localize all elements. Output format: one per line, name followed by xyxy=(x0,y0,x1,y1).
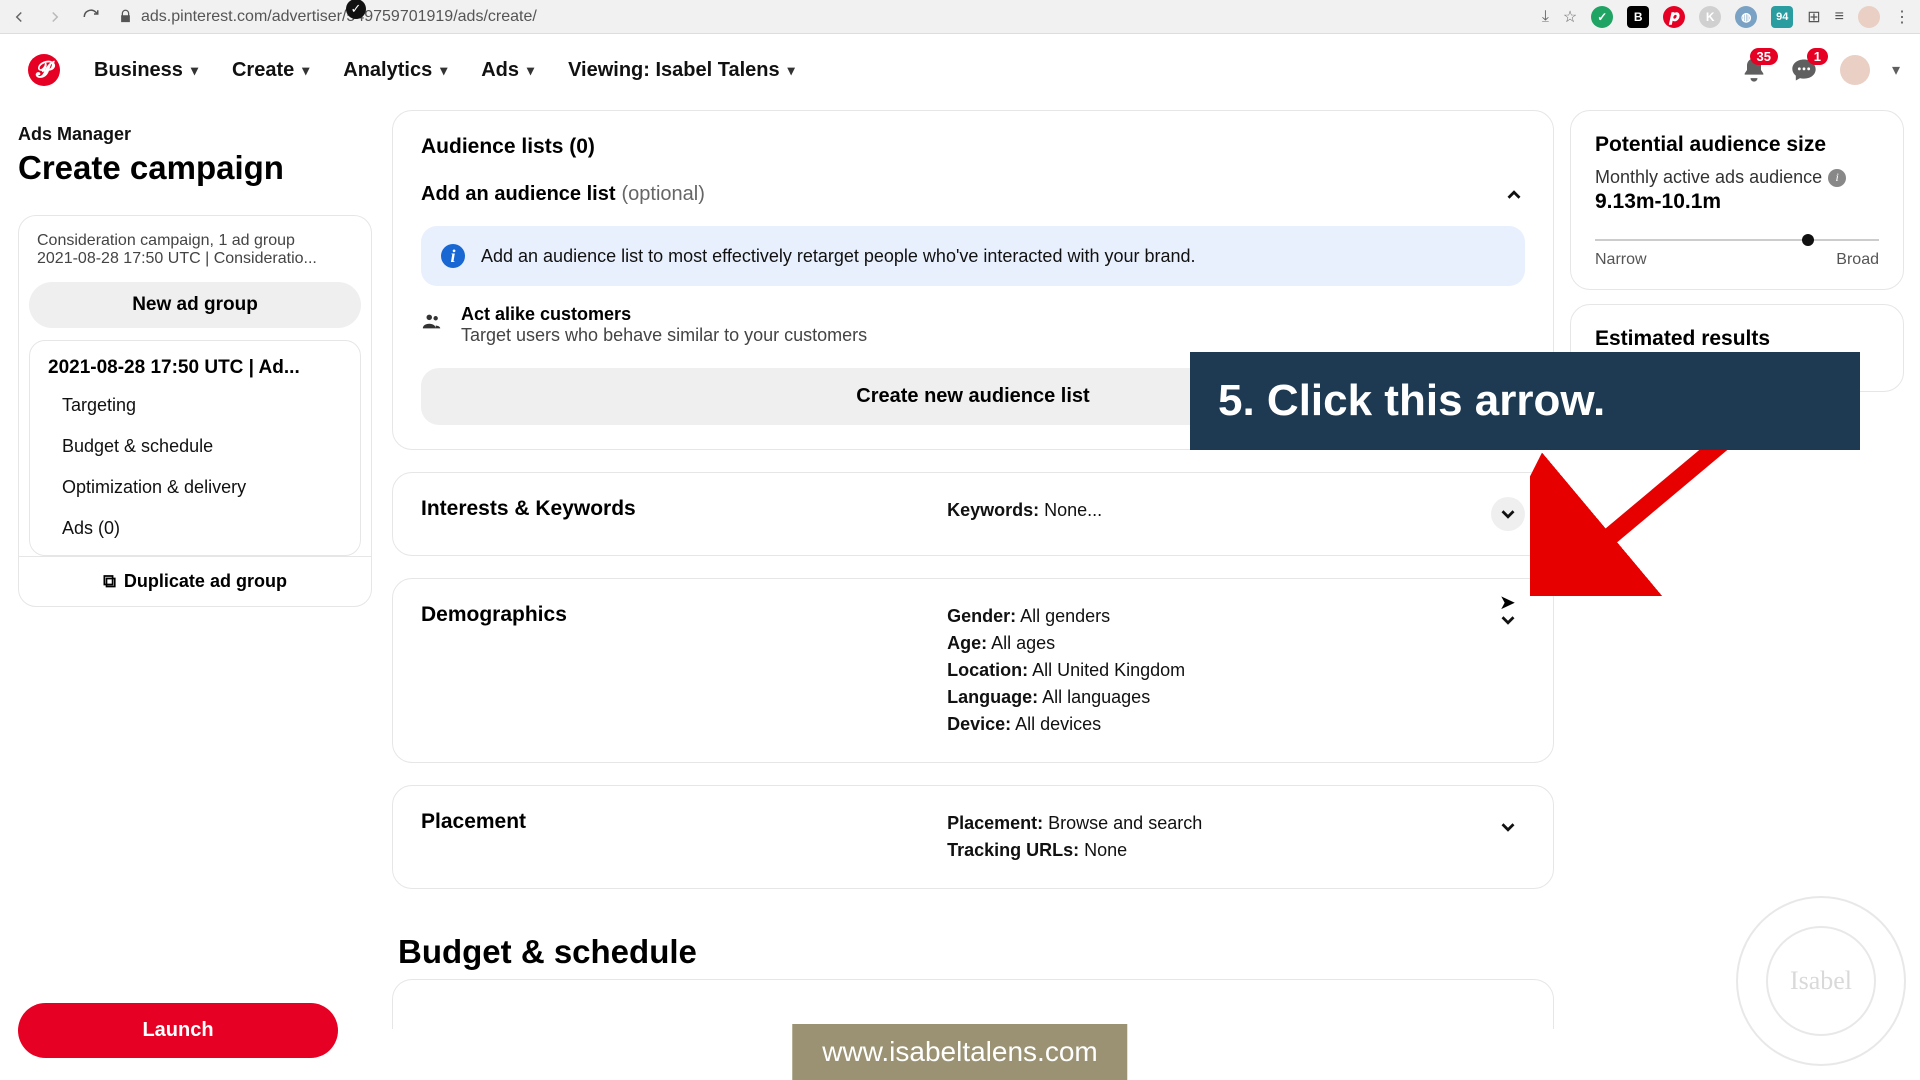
option-desc: Target users who behave similar to your … xyxy=(461,325,867,346)
card-title: Placement xyxy=(421,810,526,834)
chevron-up-icon[interactable] xyxy=(1503,184,1525,206)
optional-label: (optional) xyxy=(621,183,704,206)
audience-slider xyxy=(1595,239,1879,241)
sidebar-item-ads[interactable]: Ads (0) xyxy=(44,508,346,549)
audience-size-value: 9.13m-10.1m xyxy=(1595,190,1879,214)
page-title: Create campaign xyxy=(18,149,372,187)
info-icon[interactable]: i xyxy=(1828,169,1846,187)
ext-icon[interactable]: B xyxy=(1627,6,1649,28)
nav-business[interactable]: Business▾ xyxy=(94,59,198,82)
pinterest-logo[interactable]: 𝓟 xyxy=(28,54,60,86)
ad-group-card: 2021-08-28 17:50 UTC | Ad... Targeting B… xyxy=(29,340,361,556)
lock-icon xyxy=(118,9,133,24)
mouse-cursor-icon: ➤ xyxy=(1499,590,1516,615)
annotation-callout: 5. Click this arrow. xyxy=(1190,352,1860,450)
duplicate-ad-group-button[interactable]: ⧉ Duplicate ad group xyxy=(19,556,371,606)
potential-audience-card: Potential audience size Monthly active a… xyxy=(1570,110,1904,290)
card-title: Interests & Keywords xyxy=(421,497,636,521)
notifications-button[interactable]: 35 xyxy=(1740,56,1768,84)
ext-icon[interactable]: 94 xyxy=(1771,6,1793,28)
card-summary: Gender: All genders Age: All ages Locati… xyxy=(947,603,1477,738)
forward-icon[interactable] xyxy=(46,8,64,26)
launch-button[interactable]: Launch xyxy=(18,1003,338,1058)
main-nav: 𝓟 Business▾ Create▾ Analytics▾ Ads▾ View… xyxy=(0,34,1920,106)
card-title: Audience lists (0) xyxy=(421,135,595,159)
budget-card xyxy=(392,979,1554,1029)
sidebar-subtitle: Ads Manager xyxy=(18,124,372,145)
chevron-down-icon: ▾ xyxy=(527,62,534,79)
new-ad-group-button[interactable]: New ad group xyxy=(29,282,361,328)
annotation-arrow xyxy=(1530,426,1740,596)
people-icon xyxy=(421,310,443,332)
sidebar-item-budget[interactable]: Budget & schedule xyxy=(44,426,346,467)
card-summary: Placement: Browse and search Tracking UR… xyxy=(947,810,1477,864)
info-text: Add an audience list to most effectively… xyxy=(481,246,1196,267)
nav-analytics[interactable]: Analytics▾ xyxy=(343,59,447,82)
info-icon: i xyxy=(441,244,465,268)
sidebar: Ads Manager Create campaign Consideratio… xyxy=(0,106,390,1080)
ext-icon[interactable]: ✓ xyxy=(1591,6,1613,28)
chevron-down-icon[interactable]: ▾ xyxy=(1892,60,1900,80)
ad-group-title[interactable]: 2021-08-28 17:50 UTC | Ad... xyxy=(44,353,346,385)
card-title: Demographics xyxy=(421,603,567,627)
campaign-meta: 2021-08-28 17:50 UTC | Consideratio... xyxy=(37,250,353,268)
back-icon[interactable] xyxy=(10,8,28,26)
subsection-title: Add an audience list xyxy=(421,183,615,206)
demographics-card: ✓ Demographics Gender: All genders Age: … xyxy=(392,578,1554,763)
check-icon: ✓ xyxy=(346,0,366,19)
menu-icon[interactable]: ⋮ xyxy=(1894,7,1910,27)
ext-icon[interactable]: 𝒑 xyxy=(1663,6,1685,28)
card-title: Estimated results xyxy=(1595,327,1879,351)
watermark-url: www.isabeltalens.com xyxy=(792,1024,1127,1080)
card-summary: Keywords: None... xyxy=(947,497,1477,524)
msg-badge: 1 xyxy=(1807,48,1828,65)
campaign-card: Consideration campaign, 1 ad group 2021-… xyxy=(18,215,372,607)
chevron-down-icon: ▾ xyxy=(788,62,795,79)
install-icon[interactable]: ⤓ xyxy=(1542,8,1549,26)
expand-button[interactable] xyxy=(1491,810,1525,844)
notif-badge: 35 xyxy=(1750,48,1778,65)
chevron-down-icon: ▾ xyxy=(302,62,309,79)
chevron-down-icon: ▾ xyxy=(191,62,198,79)
star-icon[interactable]: ☆ xyxy=(1563,7,1577,27)
chevron-down-icon: ▾ xyxy=(440,62,447,79)
puzzle-icon[interactable]: ⊞ xyxy=(1807,7,1820,27)
nav-viewing[interactable]: Viewing: Isabel Talens▾ xyxy=(568,59,795,82)
messages-button[interactable]: 1 xyxy=(1790,56,1818,84)
profile-avatar[interactable] xyxy=(1858,6,1880,28)
nav-ads[interactable]: Ads▾ xyxy=(481,59,534,82)
option-title: Act alike customers xyxy=(461,304,867,325)
section-heading: Budget & schedule xyxy=(392,911,1554,979)
campaign-name[interactable]: Consideration campaign, 1 ad group xyxy=(37,232,353,250)
ext-icon[interactable]: ◍ xyxy=(1735,6,1757,28)
slider-label-broad: Broad xyxy=(1836,251,1879,269)
card-title: Potential audience size xyxy=(1595,133,1879,157)
account-avatar[interactable] xyxy=(1840,55,1870,85)
expand-button[interactable] xyxy=(1491,497,1525,531)
browser-chrome: ads.pinterest.com/advertiser/54975970191… xyxy=(0,0,1920,34)
nav-create[interactable]: Create▾ xyxy=(232,59,309,82)
sidebar-item-optimization[interactable]: Optimization & delivery xyxy=(44,467,346,508)
ext-icon[interactable]: K xyxy=(1699,6,1721,28)
slider-label-narrow: Narrow xyxy=(1595,251,1647,269)
info-banner: i Add an audience list to most effective… xyxy=(421,226,1525,286)
browser-extensions: ⤓ ☆ ✓ B 𝒑 K ◍ 94 ⊞ ≡ ⋮ xyxy=(1542,6,1910,28)
placement-card: ✓ Placement Placement: Browse and search… xyxy=(392,785,1554,889)
card-subtitle: Monthly active ads audience xyxy=(1595,167,1822,188)
reading-list-icon[interactable]: ≡ xyxy=(1835,8,1844,26)
interests-keywords-card: ✓ Interests & Keywords Keywords: None... xyxy=(392,472,1554,556)
sidebar-item-targeting[interactable]: Targeting xyxy=(44,385,346,426)
reload-icon[interactable] xyxy=(82,8,100,26)
watermark-stamp: Isabel xyxy=(1736,896,1906,1066)
url-text[interactable]: ads.pinterest.com/advertiser/54975970191… xyxy=(141,8,537,26)
copy-icon: ⧉ xyxy=(103,571,116,592)
